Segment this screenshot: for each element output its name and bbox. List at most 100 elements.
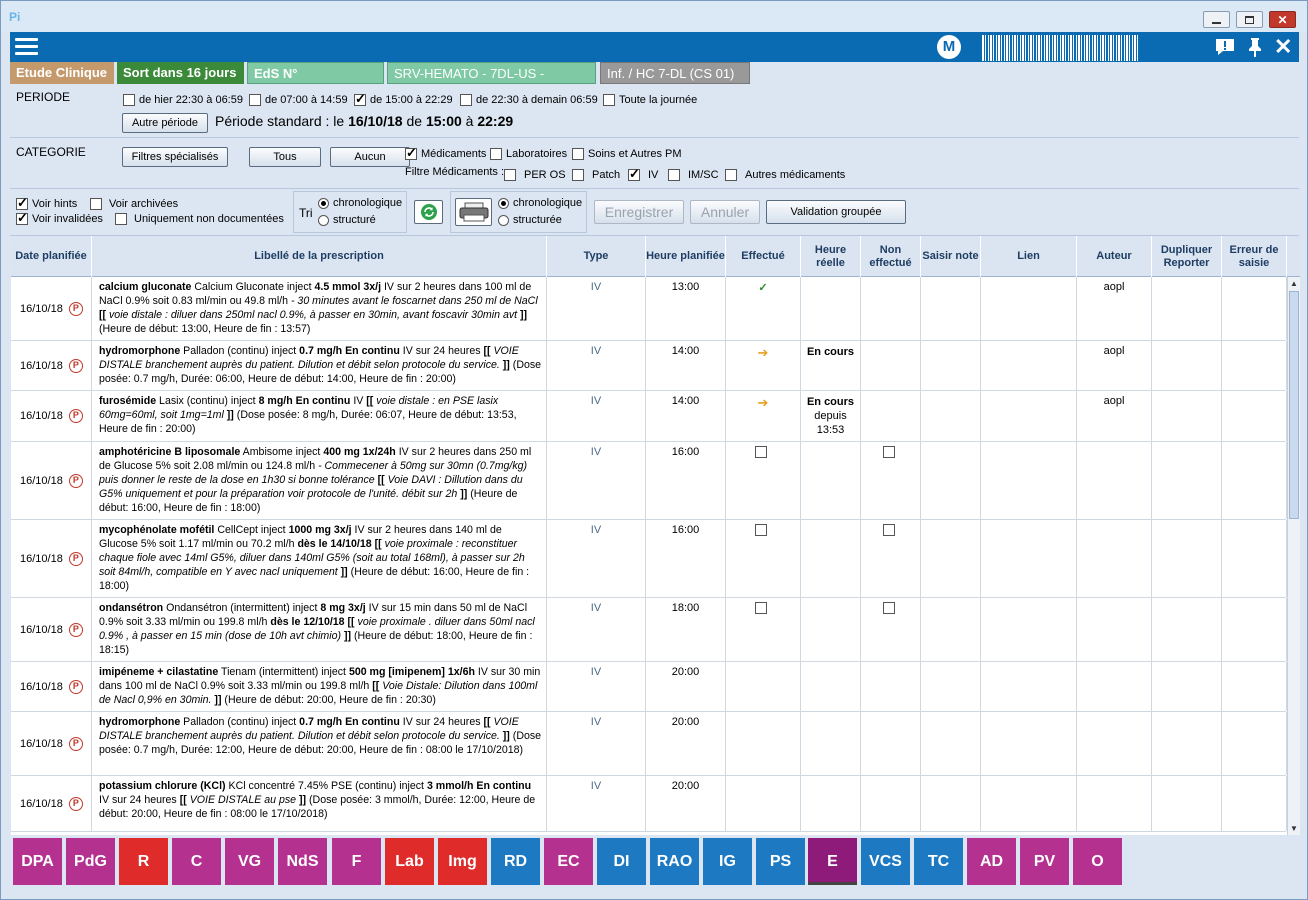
maximize-button[interactable] xyxy=(1236,11,1263,28)
validation-groupee-button[interactable]: Validation groupée xyxy=(766,200,906,224)
effectue-cell[interactable] xyxy=(726,712,801,775)
saisir-note-cell[interactable] xyxy=(921,712,981,775)
non-effectue-checkbox[interactable] xyxy=(882,524,895,537)
alert-message-icon[interactable] xyxy=(1214,36,1236,63)
dupliquer-cell[interactable] xyxy=(1152,520,1222,597)
column-header-heure-planifiee[interactable]: Heure planifiée xyxy=(646,236,726,277)
non-effectue-cell[interactable] xyxy=(861,391,921,441)
checkbox[interactable] xyxy=(725,169,737,182)
periode-option-3[interactable]: de 15:00 à 22:29 xyxy=(354,91,453,107)
nav-button-r[interactable]: R xyxy=(119,838,168,885)
periode-option-4[interactable]: de 22:30 à demain 06:59 xyxy=(460,94,598,107)
non-effectue-cell[interactable] xyxy=(861,662,921,711)
column-header-saisir-note[interactable]: Saisir note xyxy=(921,236,981,277)
prescription-icon[interactable]: P xyxy=(68,473,83,488)
filtres-specialises-button[interactable]: Filtres spécialisés xyxy=(122,147,228,167)
saisir-note-cell[interactable] xyxy=(921,277,981,340)
med-autres[interactable]: Autres médicaments xyxy=(725,169,845,182)
med-per-os[interactable]: PER OS xyxy=(504,169,566,182)
dupliquer-cell[interactable] xyxy=(1152,391,1222,441)
nav-button-nds[interactable]: NdS xyxy=(278,838,327,885)
erreur-saisie-cell[interactable] xyxy=(1222,341,1287,390)
checkbox[interactable] xyxy=(668,169,680,182)
table-row[interactable]: 16/10/18 Pimipéneme + cilastatine Tienam … xyxy=(11,662,1287,712)
dupliquer-cell[interactable] xyxy=(1152,341,1222,390)
user-avatar[interactable]: M xyxy=(937,35,961,59)
minimize-button[interactable] xyxy=(1203,11,1230,28)
voir-archivees-option[interactable]: Voir archivées xyxy=(90,198,178,211)
non-effectue-cell[interactable] xyxy=(861,277,921,340)
cat-soins[interactable]: Soins et Autres PM xyxy=(572,148,682,161)
nav-button-c[interactable]: C xyxy=(172,838,221,885)
saisir-note-cell[interactable] xyxy=(921,662,981,711)
autre-periode-button[interactable]: Autre période xyxy=(122,113,208,133)
erreur-saisie-cell[interactable] xyxy=(1222,776,1287,831)
prescription-label[interactable]: imipéneme + cilastatine Tienam (intermit… xyxy=(92,662,547,711)
voir-hints-option[interactable]: Voir hints xyxy=(16,195,77,211)
non-effectue-cell[interactable] xyxy=(861,776,921,831)
scroll-down-icon[interactable]: ▼ xyxy=(1288,822,1300,835)
saisir-note-cell[interactable] xyxy=(921,341,981,390)
table-row[interactable]: 16/10/18 Pmycophénolate mofétil CellCept … xyxy=(11,520,1287,598)
voir-invalidees-option[interactable]: Voir invalidées xyxy=(16,210,103,226)
dupliquer-cell[interactable] xyxy=(1152,662,1222,711)
erreur-saisie-cell[interactable] xyxy=(1222,598,1287,661)
column-header-heure-reelle[interactable]: Heure réelle xyxy=(801,236,861,277)
nav-button-img[interactable]: Img xyxy=(438,838,487,885)
prescription-label[interactable]: calcium gluconate Calcium Gluconate inje… xyxy=(92,277,547,340)
effectue-cell[interactable]: ✓ xyxy=(726,277,801,340)
column-header-effectue[interactable]: Effectué xyxy=(726,236,801,277)
table-row[interactable]: 16/10/18 Pondansétron Ondansétron (interm… xyxy=(11,598,1287,662)
saisir-note-cell[interactable] xyxy=(921,442,981,519)
effectue-cell[interactable] xyxy=(726,520,801,597)
erreur-saisie-cell[interactable] xyxy=(1222,662,1287,711)
non-effectue-checkbox[interactable] xyxy=(882,446,895,459)
table-row[interactable]: 16/10/18 Ppotassium chlorure (KCl) KCl co… xyxy=(11,776,1287,832)
dupliquer-cell[interactable] xyxy=(1152,277,1222,340)
effectue-cell[interactable] xyxy=(726,442,801,519)
lien-cell[interactable] xyxy=(981,391,1077,441)
checkbox[interactable] xyxy=(249,94,261,107)
dupliquer-cell[interactable] xyxy=(1152,442,1222,519)
prescription-label[interactable]: mycophénolate mofétil CellCept inject 10… xyxy=(92,520,547,597)
enregistrer-button[interactable]: Enregistrer xyxy=(594,200,684,224)
table-row[interactable]: 16/10/18 Pfurosémide Lasix (continu) inje… xyxy=(11,391,1287,442)
nav-button-rao[interactable]: RAO xyxy=(650,838,699,885)
prescription-icon[interactable]: P xyxy=(68,358,83,373)
nav-button-lab[interactable]: Lab xyxy=(385,838,434,885)
saisir-note-cell[interactable] xyxy=(921,598,981,661)
prescription-icon[interactable]: P xyxy=(68,736,83,751)
checkbox[interactable] xyxy=(572,169,584,182)
nav-button-vcs[interactable]: VCS xyxy=(861,838,910,885)
nav-button-ps[interactable]: PS xyxy=(756,838,805,885)
erreur-saisie-cell[interactable] xyxy=(1222,520,1287,597)
prescription-icon[interactable]: P xyxy=(68,622,83,637)
radio[interactable] xyxy=(498,197,509,209)
lien-cell[interactable] xyxy=(981,520,1077,597)
effectue-cell[interactable] xyxy=(726,776,801,831)
nav-button-e[interactable]: E xyxy=(808,838,857,885)
periode-option-5[interactable]: Toute la journée xyxy=(603,94,697,107)
erreur-saisie-cell[interactable] xyxy=(1222,442,1287,519)
lien-cell[interactable] xyxy=(981,442,1077,519)
prescription-icon[interactable]: P xyxy=(68,679,83,694)
lien-cell[interactable] xyxy=(981,598,1077,661)
checkbox[interactable] xyxy=(504,169,516,182)
nav-button-pv[interactable]: PV xyxy=(1020,838,1069,885)
saisir-note-cell[interactable] xyxy=(921,520,981,597)
tri-structure-radio[interactable]: structuré xyxy=(318,214,376,226)
prescription-label[interactable]: ondansétron Ondansétron (intermittent) i… xyxy=(92,598,547,661)
erreur-saisie-cell[interactable] xyxy=(1222,712,1287,775)
nav-button-ad[interactable]: AD xyxy=(967,838,1016,885)
annuler-button[interactable]: Annuler xyxy=(690,200,760,224)
nav-button-dpa[interactable]: DPA xyxy=(13,838,62,885)
checkbox[interactable] xyxy=(354,91,366,107)
med-patch[interactable]: Patch xyxy=(572,169,620,182)
checkbox[interactable] xyxy=(123,94,135,107)
non-effectue-cell[interactable] xyxy=(861,520,921,597)
nav-button-ig[interactable]: IG xyxy=(703,838,752,885)
radio[interactable] xyxy=(498,214,509,226)
erreur-saisie-cell[interactable] xyxy=(1222,277,1287,340)
column-header-libelle[interactable]: Libellé de la prescription xyxy=(92,236,547,277)
nav-button-di[interactable]: DI xyxy=(597,838,646,885)
